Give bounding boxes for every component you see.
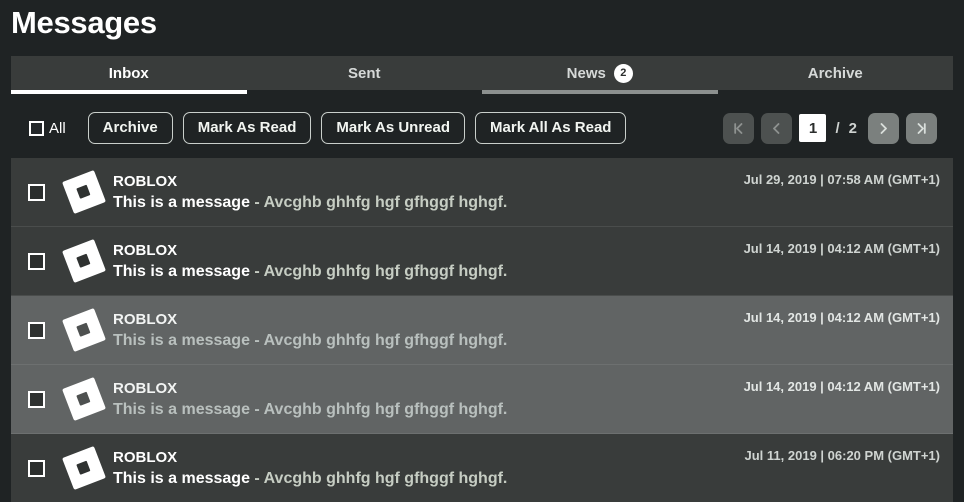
- tab-underline: [718, 90, 954, 94]
- last-page-button[interactable]: [906, 112, 937, 144]
- message-separator: -: [249, 469, 264, 487]
- tab-badge: 2: [613, 63, 633, 83]
- tab-label: Archive: [807, 64, 863, 82]
- tab-bar: Inbox Sent News 2 Archive: [11, 56, 954, 94]
- message-checkbox[interactable]: [11, 252, 61, 270]
- message-row[interactable]: ROBLOX This is a message - Avcghb ghhfg h…: [11, 365, 953, 434]
- tab-sent[interactable]: Sent: [247, 56, 483, 90]
- checkbox-icon[interactable]: [27, 183, 45, 201]
- message-subject-line: This is a message - Avcghb ghhfg hgf gfh…: [113, 400, 744, 419]
- message-separator: -: [249, 400, 264, 418]
- message-sender: ROBLOX: [113, 310, 178, 328]
- page-title: Messages: [11, 5, 157, 40]
- roblox-logo-icon: [61, 170, 107, 214]
- roblox-logo-icon: [61, 446, 107, 490]
- tab-label: Inbox: [108, 64, 149, 82]
- page-separator: /: [835, 119, 840, 137]
- message-list: ROBLOX This is a message - Avcghb ghhfg h…: [11, 158, 953, 502]
- checkbox-icon[interactable]: [29, 120, 44, 136]
- tab-inbox[interactable]: Inbox: [11, 56, 247, 94]
- message-row[interactable]: ROBLOX This is a message - Avcghb ghhfg h…: [11, 227, 953, 296]
- message-subject-line: This is a message - Avcghb ghhfg hgf gfh…: [113, 262, 744, 281]
- message-body: ROBLOX This is a message - Avcghb ghhfg h…: [107, 242, 744, 281]
- message-subject-line: This is a message - Avcghb ghhfg hgf gfh…: [113, 193, 744, 212]
- message-timestamp: Jul 29, 2019 | 07:58 AM (GMT+1): [743, 172, 940, 187]
- pagination: 1 / 2: [723, 112, 953, 144]
- message-body: ROBLOX This is a message - Avcghb ghhfg h…: [107, 173, 744, 212]
- current-page-input[interactable]: 1: [799, 114, 827, 142]
- message-sender: ROBLOX: [113, 172, 178, 190]
- toolbar: All Archive Mark As Read Mark As Unread Mar…: [11, 104, 953, 152]
- message-checkbox[interactable]: [11, 459, 61, 477]
- message-preview: Avcghb ghhfg hgf gfhggf hghgf.: [263, 400, 508, 418]
- message-body: ROBLOX This is a message - Avcghb ghhfg h…: [107, 311, 744, 350]
- checkbox-icon[interactable]: [27, 252, 45, 270]
- message-subject-line: This is a message - Avcghb ghhfg hgf gfh…: [113, 331, 744, 350]
- message-separator: -: [249, 193, 264, 211]
- mark-as-unread-button[interactable]: Mark As Unread: [321, 112, 466, 144]
- mark-as-read-button[interactable]: Mark As Read: [182, 112, 312, 144]
- tab-label: News: [566, 64, 606, 82]
- messages-page: Messages Inbox Sent News 2 Archive All Archi…: [0, 0, 964, 502]
- last-page-icon: [914, 121, 929, 136]
- message-preview: Avcghb ghhfg hgf gfhggf hghgf.: [263, 262, 508, 280]
- message-subject-line: This is a message - Avcghb ghhfg hgf gfh…: [113, 469, 745, 488]
- message-timestamp: Jul 14, 2019 | 04:12 AM (GMT+1): [743, 310, 940, 325]
- checkbox-icon[interactable]: [27, 390, 45, 408]
- next-page-icon: [876, 121, 891, 136]
- message-timestamp: Jul 14, 2019 | 04:12 AM (GMT+1): [743, 241, 940, 256]
- tab-label: Sent: [347, 64, 381, 82]
- roblox-logo-icon: [61, 308, 107, 352]
- first-page-icon: [731, 121, 746, 136]
- message-separator: -: [249, 331, 264, 349]
- message-timestamp: Jul 14, 2019 | 04:12 AM (GMT+1): [743, 379, 940, 394]
- message-row[interactable]: ROBLOX This is a message - Avcghb ghhfg h…: [11, 434, 953, 502]
- message-subject: This is a message: [113, 193, 250, 211]
- select-all-label: All: [49, 119, 66, 137]
- roblox-logo-icon: [61, 239, 107, 283]
- message-row[interactable]: ROBLOX This is a message - Avcghb ghhfg h…: [11, 158, 953, 227]
- tab-underline: [482, 90, 718, 94]
- message-timestamp: Jul 11, 2019 | 06:20 PM (GMT+1): [744, 448, 940, 463]
- message-subject: This is a message: [113, 331, 250, 349]
- message-subject: This is a message: [113, 400, 250, 418]
- message-sender: ROBLOX: [113, 448, 178, 466]
- message-checkbox[interactable]: [11, 321, 61, 339]
- tab-archive[interactable]: Archive: [718, 56, 954, 90]
- message-body: ROBLOX This is a message - Avcghb ghhfg h…: [107, 380, 744, 419]
- select-all-checkbox[interactable]: All: [29, 120, 66, 137]
- message-subject: This is a message: [113, 262, 250, 280]
- tab-underline: [11, 90, 247, 94]
- message-sender: ROBLOX: [113, 379, 178, 397]
- message-preview: Avcghb ghhfg hgf gfhggf hghgf.: [263, 469, 508, 487]
- message-preview: Avcghb ghhfg hgf gfhggf hghgf.: [263, 331, 508, 349]
- next-page-button[interactable]: [868, 112, 899, 144]
- message-preview: Avcghb ghhfg hgf gfhggf hghgf.: [263, 193, 508, 211]
- toolbar-buttons: Archive Mark As Read Mark As Unread Mark Al…: [87, 112, 637, 144]
- message-separator: -: [249, 262, 264, 280]
- total-pages-label: 2: [848, 119, 857, 137]
- message-checkbox[interactable]: [11, 390, 61, 408]
- mark-all-as-read-button[interactable]: Mark All As Read: [475, 112, 627, 144]
- message-row[interactable]: ROBLOX This is a message - Avcghb ghhfg h…: [11, 296, 953, 365]
- previous-page-button[interactable]: [761, 112, 793, 144]
- roblox-logo-icon: [61, 377, 107, 421]
- first-page-button[interactable]: [723, 112, 755, 144]
- message-body: ROBLOX This is a message - Avcghb ghhfg h…: [107, 449, 745, 488]
- message-checkbox[interactable]: [11, 183, 61, 201]
- checkbox-icon[interactable]: [27, 321, 45, 339]
- message-sender: ROBLOX: [113, 241, 178, 259]
- tab-news[interactable]: News 2: [482, 56, 718, 94]
- message-subject: This is a message: [113, 469, 250, 487]
- archive-button[interactable]: Archive: [87, 112, 173, 144]
- previous-page-icon: [769, 121, 784, 136]
- tab-underline: [247, 90, 483, 94]
- checkbox-icon[interactable]: [27, 459, 45, 477]
